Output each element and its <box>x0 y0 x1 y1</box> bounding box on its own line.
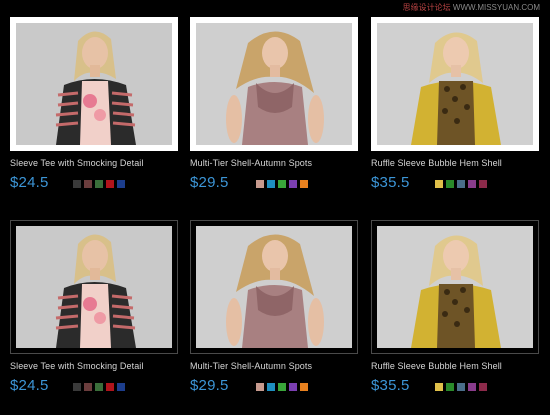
product-price: $24.5 <box>10 377 49 394</box>
color-swatch[interactable] <box>267 383 275 391</box>
color-swatches <box>73 383 125 391</box>
color-swatch[interactable] <box>435 383 443 391</box>
color-swatch[interactable] <box>479 383 487 391</box>
color-swatch[interactable] <box>289 180 297 188</box>
product-photo[interactable] <box>196 23 352 145</box>
product-name[interactable]: Ruffle Sleeve Bubble Hem Shell <box>371 158 549 168</box>
color-swatch[interactable] <box>457 180 465 188</box>
color-swatch[interactable] <box>289 383 297 391</box>
product-name[interactable]: Multi-Tier Shell-Autumn Spots <box>190 158 368 168</box>
color-swatches <box>73 180 125 188</box>
color-swatch[interactable] <box>73 383 81 391</box>
color-swatch[interactable] <box>468 180 476 188</box>
model-blush-figure <box>196 23 352 145</box>
product-photo[interactable] <box>16 226 172 348</box>
product-photo[interactable] <box>196 226 352 348</box>
product-name[interactable]: Multi-Tier Shell-Autumn Spots <box>190 361 368 371</box>
color-swatches <box>435 180 487 188</box>
color-swatch[interactable] <box>117 180 125 188</box>
color-swatches <box>256 180 308 188</box>
color-swatch[interactable] <box>435 180 443 188</box>
color-swatch[interactable] <box>84 180 92 188</box>
color-swatch[interactable] <box>84 383 92 391</box>
product-image-frame[interactable] <box>10 17 178 151</box>
color-swatch[interactable] <box>468 383 476 391</box>
model-mustard-figure <box>377 226 533 348</box>
color-swatch[interactable] <box>256 383 264 391</box>
color-swatch[interactable] <box>300 383 308 391</box>
color-swatch[interactable] <box>267 180 275 188</box>
color-swatches <box>256 383 308 391</box>
model-blush-figure <box>196 226 352 348</box>
model-cardigan-figure <box>16 226 172 348</box>
product-name[interactable]: Ruffle Sleeve Bubble Hem Shell <box>371 361 549 371</box>
product-photo[interactable] <box>377 23 533 145</box>
color-swatch[interactable] <box>278 383 286 391</box>
color-swatch[interactable] <box>73 180 81 188</box>
product-image-frame[interactable] <box>190 17 358 151</box>
product-image-frame[interactable] <box>10 220 178 354</box>
product-price: $29.5 <box>190 174 229 191</box>
product-name[interactable]: Sleeve Tee with Smocking Detail <box>10 361 188 371</box>
product-image-frame[interactable] <box>371 17 539 151</box>
color-swatch[interactable] <box>300 180 308 188</box>
product-price: $29.5 <box>190 377 229 394</box>
model-cardigan-figure <box>16 23 172 145</box>
product-image-frame[interactable] <box>190 220 358 354</box>
color-swatch[interactable] <box>95 180 103 188</box>
color-swatch[interactable] <box>95 383 103 391</box>
product-image-frame[interactable] <box>371 220 539 354</box>
product-price: $35.5 <box>371 174 410 191</box>
color-swatch[interactable] <box>117 383 125 391</box>
product-name[interactable]: Sleeve Tee with Smocking Detail <box>10 158 188 168</box>
product-price: $35.5 <box>371 377 410 394</box>
model-mustard-figure <box>377 23 533 145</box>
color-swatch[interactable] <box>278 180 286 188</box>
color-swatches <box>435 383 487 391</box>
product-photo[interactable] <box>377 226 533 348</box>
color-swatch[interactable] <box>256 180 264 188</box>
color-swatch[interactable] <box>479 180 487 188</box>
product-photo[interactable] <box>16 23 172 145</box>
color-swatch[interactable] <box>106 180 114 188</box>
color-swatch[interactable] <box>106 383 114 391</box>
color-swatch[interactable] <box>446 180 454 188</box>
product-grid: Sleeve Tee with Smocking Detail $24.5 Mu… <box>0 0 550 415</box>
product-price: $24.5 <box>10 174 49 191</box>
color-swatch[interactable] <box>457 383 465 391</box>
color-swatch[interactable] <box>446 383 454 391</box>
